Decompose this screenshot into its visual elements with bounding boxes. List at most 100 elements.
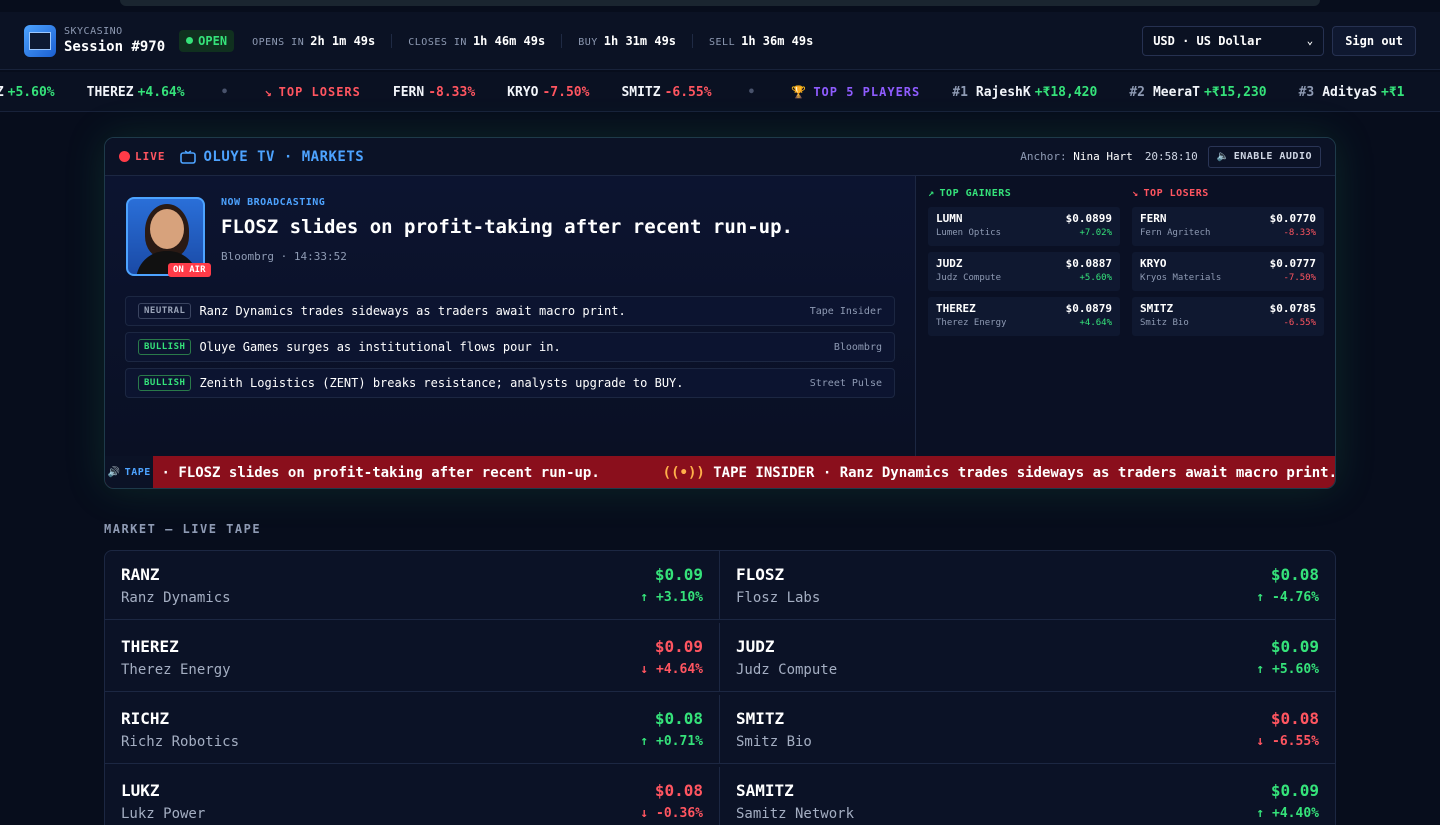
broadcast-headline: FLOSZ slides on profit-taking after rece…	[221, 216, 793, 238]
brand-name: SKYCASINO	[64, 26, 123, 37]
arrow-up-icon: ↑	[640, 590, 649, 605]
arrow-up-icon: ↑	[1256, 662, 1265, 677]
brand-block: SKYCASINO Session #970	[64, 26, 165, 55]
market-symbol: RICHZ	[121, 709, 170, 728]
arrow-down-icon: ↓	[640, 806, 649, 821]
market-price: $0.08	[654, 781, 703, 800]
mover-change: -6.55%	[1283, 318, 1316, 328]
mover-symbol: THEREZ	[936, 302, 976, 315]
status-dot-icon	[186, 37, 194, 44]
market-row[interactable]: SMITZ Smitz Bio $0.08 ↓ -6.55%	[720, 695, 1335, 764]
ticker-item: KRYO -7.50%	[507, 85, 589, 100]
now-broadcasting-label: NOW BROADCASTING	[221, 197, 326, 208]
market-change-value: -4.76%	[1272, 590, 1319, 605]
news-item[interactable]: BULLISH Zenith Logistics (ZENT) breaks r…	[125, 368, 895, 398]
mover-name: Judz Compute	[936, 273, 1002, 283]
mover-change: +4.64%	[1079, 318, 1112, 328]
market-row[interactable]: THEREZ Therez Energy $0.09 ↓ +4.64%	[105, 623, 720, 692]
sentiment-badge: BULLISH	[138, 375, 192, 391]
market-change-value: +5.60%	[1272, 662, 1319, 677]
top-losers-label: TOP LOSERS	[1143, 188, 1209, 199]
top-gainers-heading: ↗ TOP GAINERS	[928, 188, 1120, 199]
market-symbol: FLOSZ	[736, 565, 785, 584]
ticker-item: DZ+5.60%	[0, 85, 55, 100]
timer-value: 1h 46m 49s	[472, 33, 546, 48]
market-row[interactable]: FLOSZ Flosz Labs $0.08 ↑ -4.76%	[720, 551, 1335, 620]
mover-change: +7.02%	[1079, 228, 1112, 238]
ticker-item: THEREZ +4.64%	[87, 85, 185, 100]
market-change-value: -0.36%	[656, 806, 703, 821]
mover-symbol: KRYO	[1140, 257, 1167, 270]
player-name: MeeraT	[1152, 84, 1200, 100]
market-name: Ranz Dynamics	[121, 590, 231, 606]
currency-value: USD · US Dollar	[1153, 33, 1262, 48]
ticker-players-label: TOP 5 PLAYERS	[813, 85, 921, 99]
timer-label: OPENS IN	[252, 36, 305, 48]
top-losers-heading: ↘ TOP LOSERS	[1132, 188, 1324, 199]
mover-card[interactable]: SMITZ Smitz Bio $0.0785 -6.55%	[1132, 297, 1324, 336]
news-text: Zenith Logistics (ZENT) breaks resistanc…	[199, 376, 684, 390]
status-text: OPEN	[198, 33, 228, 48]
ticker-item: FERN -8.33%	[393, 85, 475, 100]
anchor-info: Anchor: Nina Hart	[1020, 150, 1133, 163]
mover-card[interactable]: JUDZ Judz Compute $0.0887 +5.60%	[928, 252, 1120, 291]
news-item[interactable]: NEUTRAL Ranz Dynamics trades sideways as…	[125, 296, 895, 326]
market-name: Therez Energy	[121, 662, 231, 678]
market-symbol: RANZ	[121, 565, 160, 584]
top-losers-column: ↘ TOP LOSERS FERN Fern Agritech $0.0770 -8.…	[1132, 188, 1324, 342]
player-rank: #1	[952, 84, 968, 100]
broadcast-area: ON AIR NOW BROADCASTING FLOSZ slides on …	[105, 176, 916, 456]
player-amount: +₹18,420	[1034, 84, 1098, 100]
market-change-value: +0.71%	[656, 734, 703, 749]
market-row[interactable]: JUDZ Judz Compute $0.09 ↑ +5.60%	[720, 623, 1335, 692]
mover-price: $0.0879	[1065, 302, 1112, 315]
mover-card[interactable]: KRYO Kryos Materials $0.0777 -7.50%	[1132, 252, 1324, 291]
news-list: NEUTRAL Ranz Dynamics trades sideways as…	[125, 296, 895, 404]
news-text: Oluye Games surges as institutional flow…	[199, 340, 561, 354]
market-symbol: SAMITZ	[736, 781, 794, 800]
arrow-down-icon: ↓	[1256, 734, 1265, 749]
top-gainers-label: TOP GAINERS	[939, 188, 1012, 199]
market-name: Lukz Power	[121, 806, 206, 822]
news-item[interactable]: BULLISH Oluye Games surges as institutio…	[125, 332, 895, 362]
tv-title-text: OLUYE TV · MARKETS	[203, 148, 365, 165]
app-logo-icon[interactable]	[24, 24, 56, 57]
speaker-icon: 🔊	[107, 467, 121, 478]
tape-item: · Ranz Dynamics trades sideways as trade…	[822, 464, 1336, 481]
market-change: ↑ +3.10%	[640, 590, 703, 605]
top-gainers-column: ↗ TOP GAINERS LUMN Lumen Optics $0.0899 +7.…	[928, 188, 1120, 342]
mover-card[interactable]: LUMN Lumen Optics $0.0899 +7.02%	[928, 207, 1120, 246]
timer-closes: CLOSES IN 1h 46m 49s	[408, 33, 563, 48]
news-text: Ranz Dynamics trades sideways as traders…	[199, 304, 626, 318]
mover-card[interactable]: THEREZ Therez Energy $0.0879 +4.64%	[928, 297, 1120, 336]
market-change: ↑ +5.60%	[1256, 662, 1319, 677]
sign-out-button[interactable]: Sign out	[1332, 25, 1416, 56]
live-dot-icon	[119, 151, 130, 162]
mover-symbol: FERN	[1140, 212, 1167, 225]
sentiment-badge: BULLISH	[138, 339, 192, 355]
market-row[interactable]: RICHZ Richz Robotics $0.08 ↑ +0.71%	[105, 695, 720, 764]
tape-tag: TAPE INSIDER	[713, 464, 815, 481]
market-change: ↓ -6.55%	[1256, 734, 1319, 749]
mover-symbol: JUDZ	[936, 257, 963, 270]
currency-select[interactable]: USD · US Dollar ⌄	[1142, 25, 1325, 56]
timer-sell: SELL 1h 36m 49s	[709, 34, 829, 48]
trend-down-icon: ↘	[1132, 188, 1139, 199]
mover-card[interactable]: FERN Fern Agritech $0.0770 -8.33%	[1132, 207, 1324, 246]
mover-price: $0.0770	[1269, 212, 1316, 225]
market-price: $0.08	[1270, 709, 1319, 728]
market-symbol: THEREZ	[121, 637, 179, 656]
mover-change: +5.60%	[1079, 273, 1112, 283]
tv-icon	[179, 149, 196, 164]
market-symbol: JUDZ	[736, 637, 775, 656]
enable-audio-button[interactable]: 🔈 ENABLE AUDIO	[1207, 145, 1321, 168]
market-row[interactable]: SAMITZ Samitz Network $0.09 ↑ +4.40%	[720, 767, 1335, 825]
mover-symbol: LUMN	[936, 212, 963, 225]
market-row[interactable]: LUKZ Lukz Power $0.08 ↓ -0.36%	[105, 767, 720, 825]
headline-meta: Bloombrg · 14:33:52	[221, 250, 347, 263]
ticker-player: #1 RajeshK +₹18,420	[952, 85, 1097, 100]
session-title: Session #970	[64, 39, 166, 55]
news-source: Tape Insider	[809, 305, 882, 317]
market-grid: RANZ Ranz Dynamics $0.09 ↑ +3.10% FLOSZ Flosz…	[104, 550, 1336, 825]
market-row[interactable]: RANZ Ranz Dynamics $0.09 ↑ +3.10%	[105, 551, 720, 620]
